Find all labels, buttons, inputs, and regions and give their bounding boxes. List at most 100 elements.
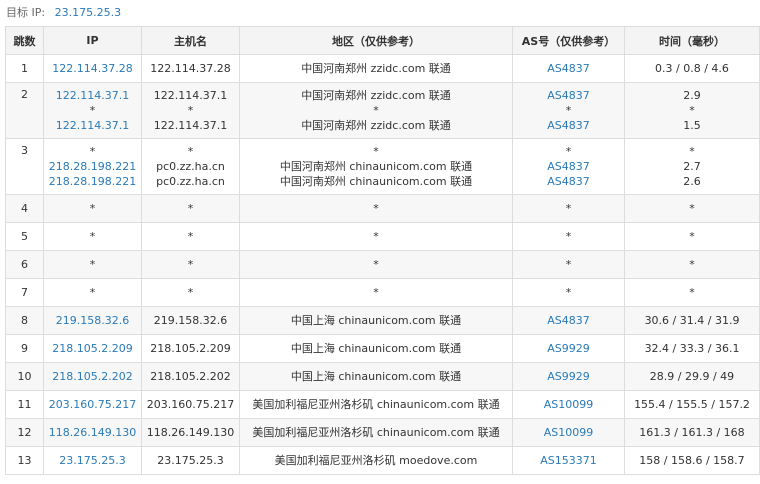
hop-number: 10 [17, 370, 32, 383]
cell-time: 28.9 / 29.9 / 49 [624, 362, 760, 391]
cell-hostname: 122.114.37.28 [141, 54, 240, 83]
traceroute-table: 跳数 IP 主机名 地区（仅供参考） AS号（仅供参考） 时间（毫秒） 1 122… [5, 26, 760, 475]
cell-region-line: * [373, 145, 379, 158]
hop-number: 13 [17, 454, 32, 467]
hop-number: 12 [17, 426, 32, 439]
as-link[interactable]: AS4837 [513, 313, 624, 328]
hop-number: 6 [21, 258, 28, 271]
cell-time-line: 2.9 [683, 89, 701, 102]
cell-time-line: * [689, 286, 695, 299]
cell-hop: 11 [5, 390, 44, 419]
cell-time: 30.6 / 31.4 / 31.9 [624, 306, 760, 335]
ip-link[interactable]: 218.28.198.221 [44, 159, 141, 174]
cell-time-line: * [689, 145, 695, 158]
table-row: 1 122.114.37.28 122.114.37.28 中国河南郑州 zzidc.… [5, 54, 760, 83]
hop-number: 1 [21, 62, 28, 75]
cell-time-line: 32.4 / 33.3 / 36.1 [644, 342, 740, 355]
cell-region: 中国上海 chinaunicom.com 联通 [239, 306, 513, 335]
cell-ip: * [43, 278, 142, 307]
table-row: 3 * 218.28.198.221 218.28.198.221 * pc0.zz.ha… [5, 138, 760, 195]
cell-region: 中国河南郑州 zzidc.com 联通 * 中国河南郑州 zzidc.com 联通 [239, 82, 513, 139]
as-link[interactable]: AS4837 [513, 159, 624, 174]
as-link[interactable]: AS9929 [513, 341, 624, 356]
cell-hostname-line: 122.114.37.28 [150, 62, 231, 75]
cell-hostname-line: 118.26.149.130 [146, 426, 235, 439]
ip-link[interactable]: 218.28.198.221 [44, 174, 141, 189]
cell-ip: 122.114.37.28 [43, 54, 142, 83]
cell-time-line: * [689, 230, 695, 243]
cell-ip: * [43, 194, 142, 223]
cell-hostname: * pc0.zz.ha.cn pc0.zz.ha.cn [141, 138, 240, 195]
cell-region-line: 中国河南郑州 zzidc.com 联通 [301, 62, 451, 75]
cell-time: * [624, 278, 760, 307]
as-link[interactable]: AS4837 [513, 174, 624, 189]
ip-link[interactable]: 122.114.37.1 [44, 118, 141, 133]
cell-time: 32.4 / 33.3 / 36.1 [624, 334, 760, 363]
cell-time-line: 158 / 158.6 / 158.7 [639, 454, 745, 467]
ip-link[interactable]: 218.105.2.209 [44, 341, 141, 356]
cell-hostname-line: 218.105.2.209 [150, 342, 231, 355]
cell-hostname-line: pc0.zz.ha.cn [156, 175, 225, 188]
as-link[interactable]: AS153371 [513, 453, 624, 468]
table-row: 9 218.105.2.209 218.105.2.209 中国上海 chinauni… [5, 334, 760, 363]
cell-hostname-line: * [187, 230, 194, 243]
cell-ip: 218.105.2.209 [43, 334, 142, 363]
ip-link[interactable]: 203.160.75.217 [44, 397, 141, 412]
as-link: * [565, 202, 572, 215]
target-ip-label: 目标 IP: [6, 6, 46, 19]
ip-link[interactable]: 219.158.32.6 [44, 313, 141, 328]
cell-hostname: 122.114.37.1 * 122.114.37.1 [141, 82, 240, 139]
cell-time: 158 / 158.6 / 158.7 [624, 446, 760, 475]
target-ip-value[interactable]: 23.175.25.3 [55, 6, 121, 19]
ip-link[interactable]: 118.26.149.130 [44, 425, 141, 440]
ip-link: * [89, 145, 96, 158]
cell-time: * [624, 250, 760, 279]
table-row: 8 219.158.32.6 219.158.32.6 中国上海 chinaunico… [5, 306, 760, 335]
as-link: * [565, 258, 572, 271]
cell-hostname: 23.175.25.3 [141, 446, 240, 475]
column-header-region: 地区（仅供参考） [239, 26, 513, 55]
cell-region: * [239, 194, 513, 223]
cell-hostname-line: * [187, 202, 194, 215]
cell-time-line: 2.6 [683, 175, 701, 188]
cell-hop: 4 [5, 194, 44, 223]
cell-hop: 1 [5, 54, 44, 83]
cell-ip: 122.114.37.1 * 122.114.37.1 [43, 82, 142, 139]
hop-number: 11 [17, 398, 32, 411]
cell-time-line: * [689, 202, 695, 215]
cell-as: * AS4837 AS4837 [512, 138, 625, 195]
as-link[interactable]: AS9929 [513, 369, 624, 384]
cell-time: 0.3 / 0.8 / 4.6 [624, 54, 760, 83]
as-link[interactable]: AS4837 [513, 88, 624, 103]
ip-link: * [89, 202, 96, 215]
cell-hostname: * [141, 222, 240, 251]
as-link[interactable]: AS4837 [513, 118, 624, 133]
ip-link[interactable]: 218.105.2.202 [44, 369, 141, 384]
cell-hostname: * [141, 250, 240, 279]
cell-region: 美国加利福尼亚州洛杉矶 chinaunicom.com 联通 [239, 418, 513, 447]
cell-hop: 6 [5, 250, 44, 279]
as-link[interactable]: AS4837 [513, 61, 624, 76]
cell-hostname-line: 203.160.75.217 [146, 398, 235, 411]
as-link[interactable]: AS10099 [513, 397, 624, 412]
cell-ip: 23.175.25.3 [43, 446, 142, 475]
cell-as: AS4837 [512, 54, 625, 83]
cell-as: AS9929 [512, 362, 625, 391]
cell-hostname: 203.160.75.217 [141, 390, 240, 419]
table-row: 2 122.114.37.1 * 122.114.37.1 122.114.37.1 * 1… [5, 82, 760, 139]
table-body: 1 122.114.37.28 122.114.37.28 中国河南郑州 zzidc.… [5, 54, 760, 475]
ip-link[interactable]: 122.114.37.1 [44, 88, 141, 103]
ip-link[interactable]: 23.175.25.3 [44, 453, 141, 468]
cell-hostname-line: 122.114.37.1 [153, 119, 228, 132]
cell-hostname: 218.105.2.202 [141, 362, 240, 391]
cell-region-line: * [373, 286, 379, 299]
cell-time-line: 1.5 [683, 119, 701, 132]
column-header-hostname: 主机名 [141, 26, 240, 55]
as-link[interactable]: AS10099 [513, 425, 624, 440]
cell-ip: * [43, 222, 142, 251]
ip-link[interactable]: 122.114.37.28 [44, 61, 141, 76]
table-header-row: 跳数 IP 主机名 地区（仅供参考） AS号（仅供参考） 时间（毫秒） [5, 26, 760, 55]
cell-time-line: * [689, 104, 695, 117]
cell-region: 中国河南郑州 zzidc.com 联通 [239, 54, 513, 83]
cell-region-line: 中国河南郑州 zzidc.com 联通 [301, 119, 451, 132]
